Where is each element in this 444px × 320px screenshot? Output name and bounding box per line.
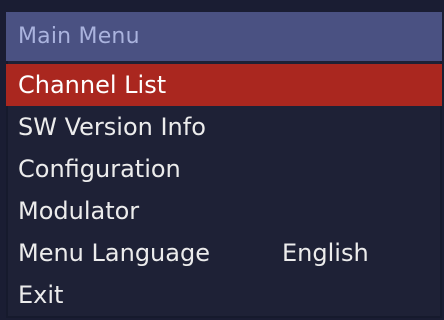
- menu-item-label: Menu Language: [18, 239, 210, 267]
- menu-item-label: Configuration: [18, 155, 181, 183]
- menu-item-modulator[interactable]: Modulator: [6, 190, 442, 232]
- menu-item-label: Modulator: [18, 197, 140, 225]
- menu-language-value: English: [282, 239, 369, 267]
- menu-title: Main Menu: [6, 12, 442, 61]
- menu-item-exit[interactable]: Exit: [6, 274, 442, 316]
- menu-item-menu-language[interactable]: Menu Language English: [6, 232, 442, 274]
- menu-item-sw-version-info[interactable]: SW Version Info: [6, 106, 442, 148]
- menu-item-label: Exit: [18, 281, 64, 309]
- main-menu-panel: Main Menu Channel List SW Version Info C…: [6, 12, 442, 318]
- menu-item-label: Channel List: [18, 71, 167, 99]
- menu-item-label: SW Version Info: [18, 113, 206, 141]
- menu-item-configuration[interactable]: Configuration: [6, 148, 442, 190]
- tv-screen: Main Menu Channel List SW Version Info C…: [0, 0, 444, 320]
- menu-item-channel-list[interactable]: Channel List: [6, 64, 442, 106]
- menu-list: Channel List SW Version Info Configurati…: [6, 64, 442, 316]
